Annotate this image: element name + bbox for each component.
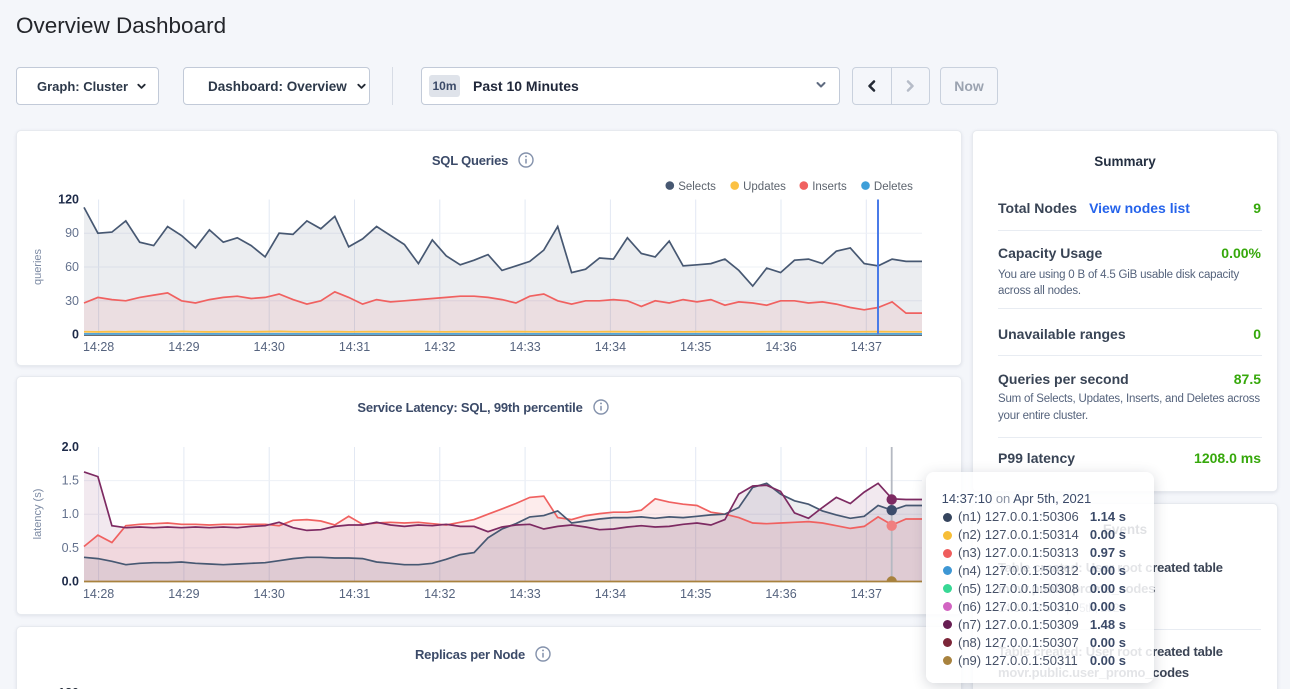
svg-text:2.0: 2.0 xyxy=(62,440,79,454)
svg-text:0.0: 0.0 xyxy=(62,575,79,589)
svg-text:1.0: 1.0 xyxy=(62,507,79,521)
svg-text:30: 30 xyxy=(65,294,79,308)
svg-text:Selects: Selects xyxy=(678,181,716,193)
svg-text:14:31: 14:31 xyxy=(339,587,370,601)
svg-text:14:36: 14:36 xyxy=(765,340,796,354)
svg-text:14:29: 14:29 xyxy=(168,587,199,601)
svg-text:120: 120 xyxy=(58,193,79,207)
svg-text:latency (s): latency (s) xyxy=(32,489,44,540)
svg-text:14:36: 14:36 xyxy=(765,587,796,601)
svg-text:14:28: 14:28 xyxy=(83,587,114,601)
svg-text:Inserts: Inserts xyxy=(812,181,847,193)
svg-text:14:30: 14:30 xyxy=(254,340,285,354)
svg-text:Deletes: Deletes xyxy=(874,181,913,193)
svg-text:0.5: 0.5 xyxy=(62,541,79,555)
svg-text:14:30: 14:30 xyxy=(254,587,285,601)
svg-text:14:37: 14:37 xyxy=(851,587,882,601)
svg-text:14:29: 14:29 xyxy=(168,340,199,354)
svg-text:14:35: 14:35 xyxy=(680,340,711,354)
svg-text:14:32: 14:32 xyxy=(424,340,455,354)
svg-text:queries: queries xyxy=(32,248,44,285)
svg-text:90: 90 xyxy=(65,226,79,240)
svg-text:14:34: 14:34 xyxy=(595,340,626,354)
svg-text:14:33: 14:33 xyxy=(509,587,540,601)
svg-text:14:33: 14:33 xyxy=(509,340,540,354)
svg-text:14:32: 14:32 xyxy=(424,587,455,601)
svg-text:14:28: 14:28 xyxy=(83,340,114,354)
svg-text:14:34: 14:34 xyxy=(595,587,626,601)
svg-text:14:31: 14:31 xyxy=(339,340,370,354)
svg-text:0: 0 xyxy=(72,328,79,342)
svg-text:60: 60 xyxy=(65,260,79,274)
svg-text:1.5: 1.5 xyxy=(62,474,79,488)
svg-text:Updates: Updates xyxy=(743,181,786,193)
svg-text:14:35: 14:35 xyxy=(680,587,711,601)
svg-text:14:37: 14:37 xyxy=(851,340,882,354)
